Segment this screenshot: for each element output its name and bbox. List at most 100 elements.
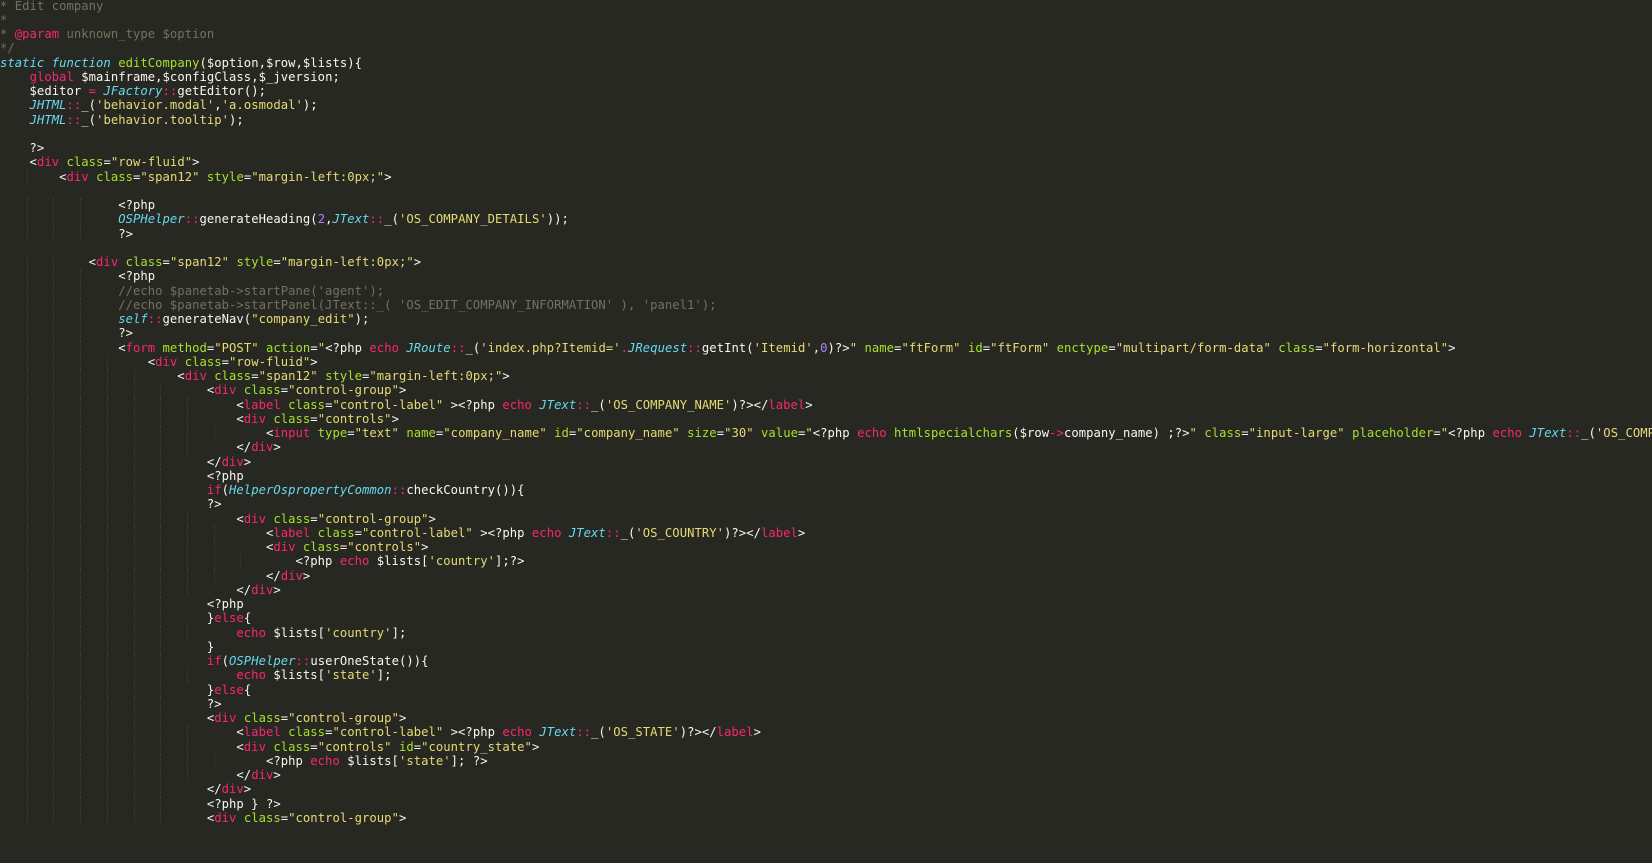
code-line[interactable]: JHTML::_('behavior.modal','a.osmodal'); <box>0 98 318 113</box>
code-line[interactable]: <div class="span12" style="margin-left:0… <box>0 369 510 384</box>
code-line[interactable]: <div class="control-group"> <box>0 711 406 726</box>
code-token: = <box>251 369 259 383</box>
code-line[interactable]: <div class="control-group"> <box>0 383 406 398</box>
code-token: :: <box>162 84 178 98</box>
code-token: @param <box>14 27 60 41</box>
code-token: class <box>125 255 163 269</box>
code-line[interactable]: <form method="POST" action="<?php echo J… <box>0 341 1456 356</box>
code-line[interactable]: <div class="span12" style="margin-left:0… <box>0 170 392 185</box>
code-token: :: <box>576 725 592 740</box>
code-line[interactable]: self::generateNav("company_edit"); <box>0 312 369 327</box>
code-line[interactable]: * @param unknown_type $option <box>0 27 214 42</box>
code-token: "controls" <box>317 739 392 754</box>
code-line[interactable]: <?php } ?> <box>0 797 281 812</box>
code-token: "row-fluid" <box>110 155 193 170</box>
code-token: input <box>273 426 311 440</box>
code-token: */ <box>0 41 15 56</box>
code-token: = <box>310 739 318 754</box>
code-line[interactable]: <?php <box>0 198 155 213</box>
code-line[interactable]: <?php echo $lists['state']; ?> <box>0 754 488 769</box>
code-line[interactable]: echo $lists['state']; <box>0 668 392 683</box>
code-line[interactable]: <?php <box>0 469 244 484</box>
code-line[interactable]: <div class="controls"> <box>0 412 399 427</box>
code-line[interactable]: static function editCompany($option,$row… <box>0 56 362 71</box>
code-token: } <box>0 639 215 654</box>
code-token: = <box>347 426 355 440</box>
code-line[interactable]: ?> <box>0 326 133 341</box>
code-token: static <box>0 55 45 70</box>
code-token: > <box>428 511 436 526</box>
code-line[interactable]: <label class="control-label" ><?php echo… <box>0 398 813 413</box>
code-line[interactable]: //echo $panetab->startPanel(JText::_( 'O… <box>0 298 717 313</box>
code-token: } <box>0 682 215 697</box>
code-token: $lists[ <box>369 554 429 569</box>
code-token: < <box>0 169 67 184</box>
code-line[interactable]: echo $lists['country']; <box>0 626 406 641</box>
code-token: div <box>214 711 237 725</box>
code-token: _( <box>1581 426 1596 440</box>
code-token: "span12" <box>140 169 200 184</box>
code-line[interactable]: OSPHelper::generateHeading(2,JText::_('O… <box>0 212 569 227</box>
code-token: method <box>162 340 207 355</box>
code-token: < <box>0 426 274 440</box>
code-line[interactable]: <label class="control-label" ><?php echo… <box>0 526 805 541</box>
code-line[interactable]: <div class="span12" style="margin-left:0… <box>0 255 421 270</box>
code-token: < <box>0 725 244 740</box>
code-token: :: <box>147 312 163 326</box>
code-line[interactable]: </div> <box>0 583 281 598</box>
code-line[interactable]: * <box>0 13 7 28</box>
code-token: . <box>620 340 629 355</box>
code-token: class <box>214 369 252 383</box>
code-line[interactable]: global $mainframe,$configClass,$_jversio… <box>0 70 340 85</box>
code-line[interactable]: } <box>0 640 214 655</box>
code-line[interactable]: $editor = JFactory::getEditor(); <box>0 84 266 99</box>
code-token: "controls" <box>347 540 422 554</box>
code-line[interactable]: <div class="row-fluid"> <box>0 155 200 170</box>
code-line[interactable]: <label class="control-label" ><?php echo… <box>0 725 761 740</box>
code-line[interactable]: */ <box>0 41 15 56</box>
code-token: )); <box>546 212 569 227</box>
code-editor[interactable]: * Edit company * * @param unknown_type $op… <box>0 0 1652 863</box>
code-line[interactable]: if(HelperOspropertyCommon::checkCountry(… <box>0 483 525 498</box>
code-line[interactable]: ?> <box>0 227 133 242</box>
code-line[interactable]: </div> <box>0 782 251 797</box>
code-line[interactable]: //echo $panetab->startPane('agent'); <box>0 284 384 299</box>
code-line[interactable]: <div class="row-fluid"> <box>0 355 318 370</box>
code-token: 'country' <box>325 625 392 640</box>
code-token: = <box>103 155 111 170</box>
code-line[interactable]: <div class="controls" id="country_state"… <box>0 740 539 755</box>
code-line[interactable]: if(OSPHelper::userOneState()){ <box>0 654 429 669</box>
code-line[interactable]: JHTML::_('behavior.tooltip'); <box>0 113 244 128</box>
code-line[interactable]: </div> <box>0 440 281 455</box>
code-line[interactable]: <input type="text" name="company_name" i… <box>0 426 1652 441</box>
code-line[interactable]: * Edit company <box>0 0 103 14</box>
code-line[interactable]: }else{ <box>0 683 251 698</box>
code-line[interactable]: ?> <box>0 697 222 712</box>
code-token: label <box>716 725 754 740</box>
code-line[interactable]: ?> <box>0 497 222 512</box>
code-line[interactable]: </div> <box>0 569 310 584</box>
code-line[interactable]: </div> <box>0 768 281 783</box>
code-token: = <box>221 354 230 369</box>
code-line[interactable]: </div> <box>0 455 251 470</box>
code-line[interactable]: <div class="control-group"> <box>0 811 406 826</box>
code-token: :: <box>295 654 311 668</box>
code-token: JText <box>539 725 577 740</box>
code-line[interactable]: <?php <box>0 597 244 612</box>
code-token: echo <box>857 426 887 440</box>
code-token: ><?php <box>443 725 503 740</box>
code-token: > <box>243 782 252 797</box>
code-token: generateHeading( <box>199 212 318 227</box>
code-line[interactable]: <div class="control-group"> <box>0 512 436 527</box>
code-line[interactable]: <?php echo $lists['country'];?> <box>0 554 525 569</box>
code-line[interactable]: }else{ <box>0 611 251 626</box>
code-token: if <box>206 654 222 668</box>
code-line[interactable]: <?php <box>0 269 155 284</box>
code-line[interactable]: <div class="controls"> <box>0 540 429 555</box>
code-line[interactable]: ?> <box>0 141 45 156</box>
